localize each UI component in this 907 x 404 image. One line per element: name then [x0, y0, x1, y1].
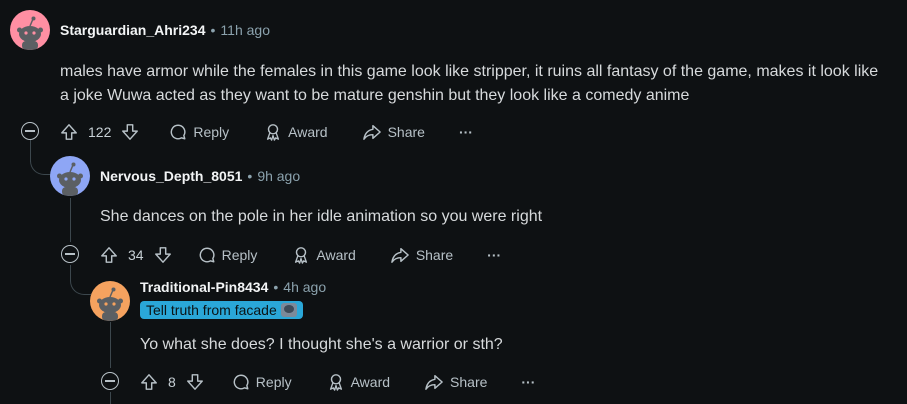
comment-bubble-icon	[170, 124, 186, 140]
award-label: Award	[350, 374, 391, 390]
comment-body: Yo what she does? I thought she's a warr…	[140, 336, 503, 353]
timestamp: 4h ago	[283, 279, 327, 295]
avatar[interactable]	[90, 281, 130, 321]
comment-actions: 122 Reply Award Share ···	[60, 117, 473, 147]
separator-dot: •	[247, 168, 253, 184]
upvote-icon	[61, 124, 77, 140]
award-icon	[295, 247, 308, 264]
reply-button[interactable]: Reply	[232, 373, 292, 391]
award-button[interactable]: Award	[292, 246, 356, 264]
avatar[interactable]	[10, 10, 50, 50]
more-options-button[interactable]: ···	[487, 247, 501, 263]
upvote-button[interactable]	[140, 373, 158, 391]
reply-label: Reply	[221, 247, 258, 263]
flair-emoji-icon	[280, 303, 297, 317]
reply-label: Reply	[193, 124, 230, 140]
upvote-icon	[141, 374, 157, 390]
reply-label: Reply	[255, 374, 292, 390]
comment-body: males have armor while the females in th…	[60, 63, 879, 104]
vote-count: 8	[168, 374, 176, 390]
thread-connector	[30, 150, 51, 175]
share-button[interactable]: Share	[424, 373, 487, 391]
downvote-button[interactable]	[121, 123, 139, 141]
thread-line	[110, 322, 111, 368]
snoo-avatar-icon	[50, 156, 90, 196]
author-name[interactable]: Traditional-Pin8434	[140, 279, 268, 295]
share-icon	[390, 247, 409, 263]
downvote-icon	[186, 374, 203, 390]
award-icon	[329, 374, 342, 391]
share-label: Share	[387, 124, 425, 140]
vote-count: 34	[128, 247, 144, 263]
collapse-button[interactable]	[21, 122, 39, 140]
author-name[interactable]: Nervous_Depth_8051	[100, 168, 242, 184]
comment-bubble-icon	[233, 374, 249, 390]
vote-count: 122	[88, 124, 112, 140]
separator-dot: •	[273, 279, 279, 295]
thread-line	[70, 198, 71, 242]
award-button[interactable]: Award	[327, 373, 390, 391]
snoo-avatar-icon	[90, 281, 130, 321]
share-label: Share	[450, 374, 488, 390]
share-label: Share	[415, 247, 454, 263]
timestamp: 9h ago	[257, 168, 301, 184]
more-options-button[interactable]: ···	[459, 124, 473, 140]
reply-button[interactable]: Reply	[169, 123, 229, 141]
collapse-button[interactable]	[61, 245, 79, 263]
snoo-avatar-icon	[10, 10, 50, 50]
timestamp: 11h ago	[220, 22, 270, 38]
award-label: Award	[288, 124, 328, 140]
collapse-button[interactable]	[101, 372, 119, 390]
comment-meta: Traditional-Pin8434 • 4h ago	[140, 277, 326, 297]
upvote-button[interactable]	[100, 246, 118, 264]
separator-dot: •	[210, 22, 216, 38]
downvote-button[interactable]	[154, 246, 172, 264]
share-button[interactable]: Share	[362, 123, 425, 141]
comment-actions: 8 Reply Award Share ···	[140, 367, 535, 397]
user-flair: Tell truth from facade	[140, 301, 303, 319]
reply-button[interactable]: Reply	[198, 246, 258, 264]
avatar[interactable]	[50, 156, 90, 196]
downvote-button[interactable]	[186, 373, 204, 391]
downvote-icon	[122, 124, 139, 140]
comment-meta: Nervous_Depth_8051 • 9h ago	[100, 166, 300, 186]
award-button[interactable]: Award	[264, 123, 328, 141]
upvote-icon	[101, 247, 117, 263]
author-name[interactable]: Starguardian_Ahri234	[60, 22, 206, 38]
flair-text: Tell truth from facade	[146, 302, 277, 318]
upvote-button[interactable]	[60, 123, 78, 141]
more-options-button[interactable]: ···	[521, 374, 535, 390]
award-icon	[267, 124, 280, 141]
share-icon	[362, 124, 381, 140]
comment-body: She dances on the pole in her idle anima…	[100, 208, 543, 225]
comment-actions: 34 Reply Award Share ···	[100, 240, 501, 270]
award-label: Award	[316, 247, 356, 263]
share-icon	[425, 374, 443, 390]
downvote-icon	[154, 247, 171, 263]
comment-meta: Starguardian_Ahri234 • 11h ago	[60, 20, 270, 40]
thread-connector	[70, 268, 91, 295]
comment-bubble-icon	[199, 247, 215, 263]
thread-line	[110, 392, 111, 404]
share-button[interactable]: Share	[390, 246, 453, 264]
